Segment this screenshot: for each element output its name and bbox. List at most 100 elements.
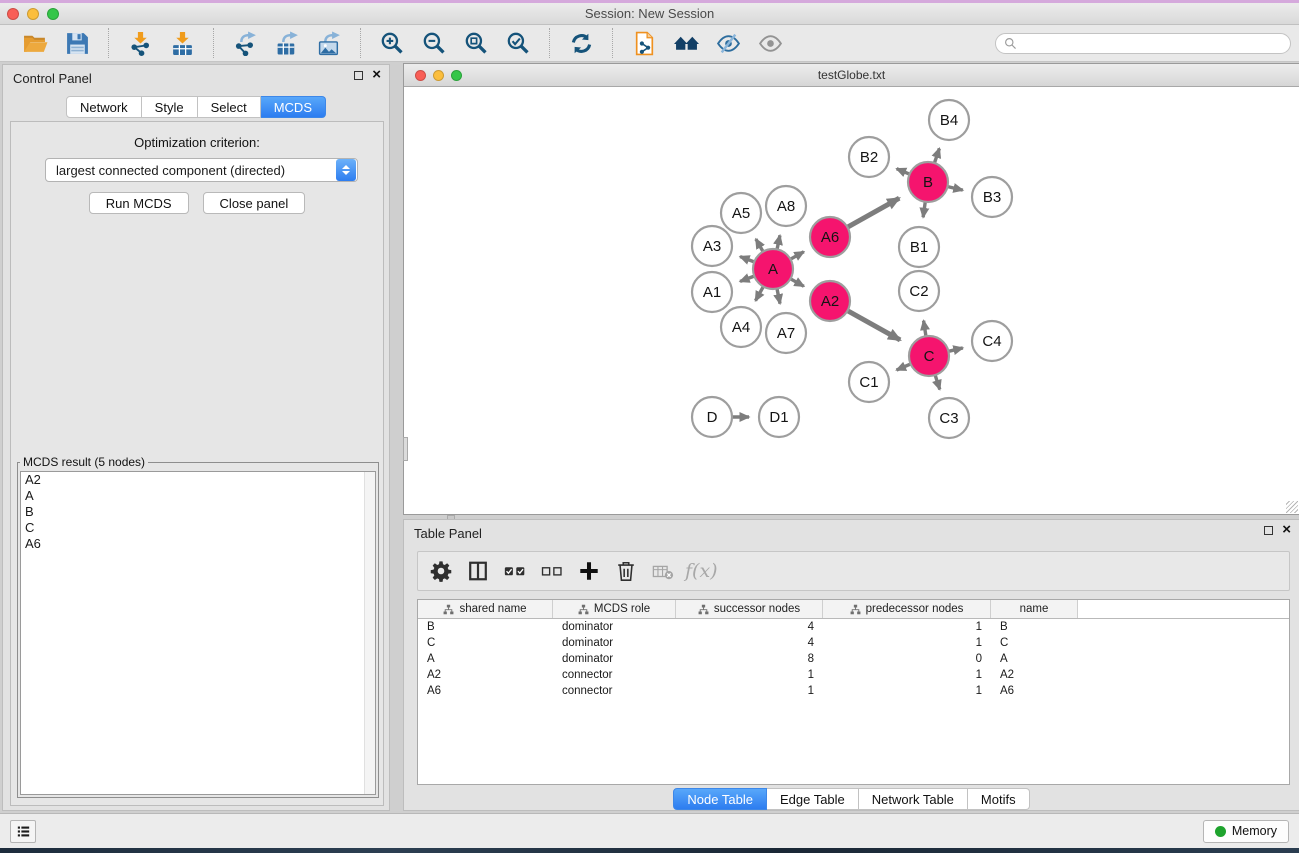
home-button[interactable] [665,28,707,58]
svg-text:A1: A1 [703,284,721,301]
tab-mcds[interactable]: MCDS [261,96,326,118]
close-table-panel-icon[interactable]: × [1282,525,1291,535]
mcds-result-item[interactable]: A2 [21,472,375,488]
edge-A6-B [846,198,900,228]
mcds-result-item[interactable]: A [21,488,375,504]
graph-node-D[interactable]: D [692,397,732,437]
table-row[interactable]: A2connector11A2 [418,667,1289,683]
graph-node-D1[interactable]: D1 [759,397,799,437]
graph-node-A4[interactable]: A4 [721,307,761,347]
close-window-button[interactable] [7,8,19,20]
zoom-fit-icon [464,31,489,56]
import-table-button[interactable] [161,28,203,58]
search-box[interactable] [995,33,1291,54]
graph-node-A2[interactable]: A2 [810,281,850,321]
table-panel-header: Table Panel × [404,520,1299,546]
run-mcds-button[interactable]: Run MCDS [89,192,189,214]
graph-node-A3[interactable]: A3 [692,226,732,266]
float-table-panel-icon[interactable] [1264,526,1273,535]
tab-network[interactable]: Network [66,96,142,118]
eye-slash-button[interactable] [707,28,749,58]
table-cell: dominator [553,637,676,649]
table-cell: C [991,637,1078,649]
graph-node-B4[interactable]: B4 [929,100,969,140]
table-row[interactable]: Bdominator41B [418,619,1289,635]
select-unchecked-button[interactable] [537,556,567,586]
table-row[interactable]: A6connector11A6 [418,683,1289,699]
network-file-button[interactable] [623,28,665,58]
columns-button[interactable] [463,556,493,586]
table-tab-motifs[interactable]: Motifs [968,788,1030,810]
close-panel-button[interactable]: Close panel [203,192,306,214]
graph-node-A6[interactable]: A6 [810,217,850,257]
column-header-predecessor-nodes[interactable]: predecessor nodes [823,600,991,618]
table-cell: 1 [676,685,823,697]
gear-button[interactable] [426,556,456,586]
tab-style[interactable]: Style [142,96,198,118]
task-history-button[interactable] [10,820,36,843]
svg-text:A6: A6 [821,229,839,246]
mcds-result-list: A2ABCA6 [20,471,376,795]
open-folder-button[interactable] [14,28,56,58]
graph-node-C[interactable]: C [909,336,949,376]
export-image-button[interactable] [308,28,350,58]
table-tab-edge-table[interactable]: Edge Table [767,788,859,810]
graph-node-C4[interactable]: C4 [972,321,1012,361]
graph-node-C3[interactable]: C3 [929,398,969,438]
svg-text:B: B [923,174,933,191]
save-floppy-button[interactable] [56,28,98,58]
export-network-button[interactable] [224,28,266,58]
criterion-dropdown[interactable]: largest connected component (directed) [45,158,358,182]
table-tab-node-table[interactable]: Node Table [673,788,767,810]
zoom-fit-button[interactable] [455,28,497,58]
graph-node-C1[interactable]: C1 [849,362,889,402]
trash-button[interactable] [611,556,641,586]
graph-node-A8[interactable]: A8 [766,186,806,226]
table-cell: 1 [823,669,991,681]
zoom-out-button[interactable] [413,28,455,58]
close-panel-icon[interactable]: × [372,70,381,80]
graph-node-A7[interactable]: A7 [766,313,806,353]
window-resize-grip[interactable] [1286,501,1298,513]
column-header-successor-nodes[interactable]: successor nodes [676,600,823,618]
table-header-row: shared nameMCDS rolesuccessor nodesprede… [418,600,1289,619]
network-canvas[interactable]: B4 B2 B B3 A8A5 A6 A3 B1 A A1 C2 A2 A4A7 C4 C C1 C3 D D1 [404,87,1299,514]
graph-node-B[interactable]: B [908,162,948,202]
table-row[interactable]: Adominator80A [418,651,1289,667]
graph-node-A5[interactable]: A5 [721,193,761,233]
refresh-button[interactable] [560,28,602,58]
table-row[interactable]: Cdominator41C [418,635,1289,651]
memory-button[interactable]: Memory [1203,820,1289,843]
table-tab-network-table[interactable]: Network Table [859,788,968,810]
tab-select[interactable]: Select [198,96,261,118]
graph-node-C2[interactable]: C2 [899,271,939,311]
graph-node-B2[interactable]: B2 [849,137,889,177]
tree-icon [850,604,861,615]
plus-button[interactable] [574,556,604,586]
column-header-name[interactable]: name [991,600,1078,618]
graph-node-A1[interactable]: A1 [692,272,732,312]
graph-node-A[interactable]: A [753,249,793,289]
svg-text:A2: A2 [821,293,839,310]
gear-icon [430,560,452,582]
eye-button[interactable] [749,28,791,58]
search-input[interactable] [1021,36,1282,50]
export-table-button[interactable] [266,28,308,58]
panel-splitter-handle[interactable] [403,437,408,461]
maximize-window-button[interactable] [47,8,59,20]
graph-node-B3[interactable]: B3 [972,177,1012,217]
import-network-button[interactable] [119,28,161,58]
column-header-MCDS-role[interactable]: MCDS role [553,600,676,618]
table-cell: A2 [418,669,553,681]
minimize-window-button[interactable] [27,8,39,20]
mcds-result-item[interactable]: A6 [21,536,375,552]
float-panel-icon[interactable] [354,71,363,80]
main-titlebar: Session: New Session [0,3,1299,25]
zoom-in-button[interactable] [371,28,413,58]
zoom-selected-button[interactable] [497,28,539,58]
graph-node-B1[interactable]: B1 [899,227,939,267]
select-checked-button[interactable] [500,556,530,586]
mcds-result-item[interactable]: B [21,504,375,520]
mcds-result-item[interactable]: C [21,520,375,536]
column-header-shared-name[interactable]: shared name [418,600,553,618]
